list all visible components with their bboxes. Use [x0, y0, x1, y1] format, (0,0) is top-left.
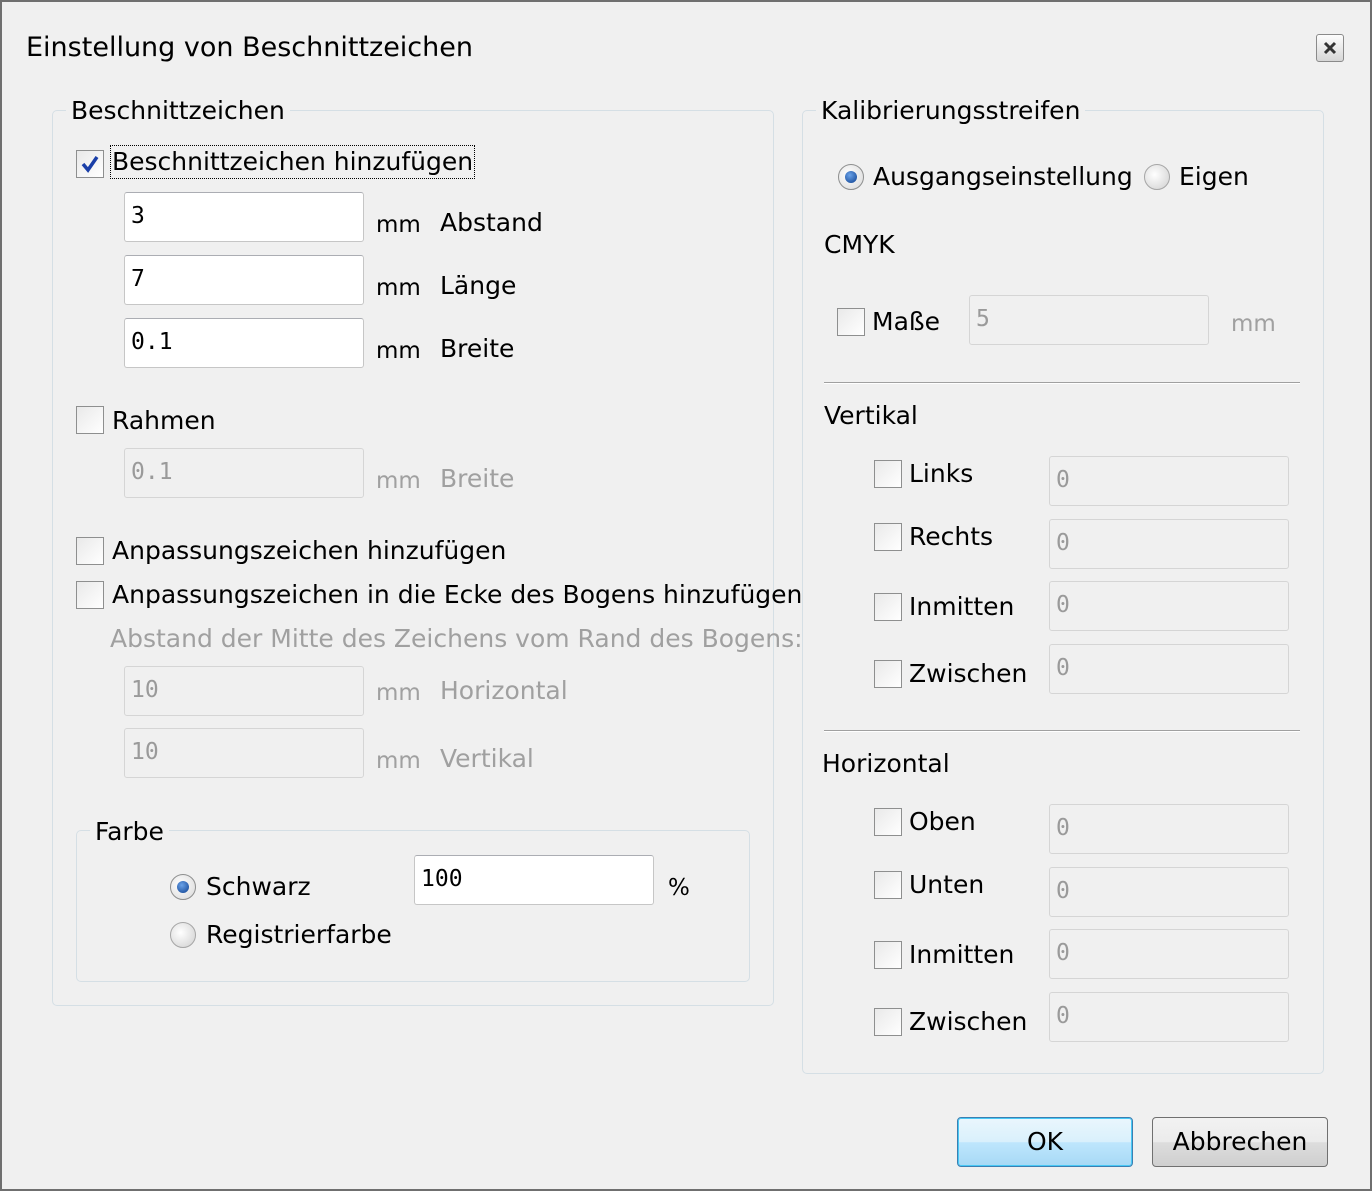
- adjust-corner-label: Anpassungszeichen in die Ecke des Bogens…: [112, 580, 803, 609]
- horizontal-between-input[interactable]: 0: [1049, 992, 1289, 1042]
- separator-cmyk: [824, 382, 1300, 384]
- size-input[interactable]: 5: [969, 295, 1209, 345]
- horizontal-label: Horizontal: [440, 676, 568, 705]
- frame-width-unit: mm: [376, 468, 421, 494]
- vertical-between-input[interactable]: 0: [1049, 644, 1289, 694]
- width-input[interactable]: 0.1: [124, 318, 364, 368]
- cancel-button[interactable]: Abbrechen: [1152, 1117, 1328, 1167]
- length-input[interactable]: 7: [124, 255, 364, 305]
- vertical-between-checkbox[interactable]: [874, 660, 902, 688]
- adjust-corner-checkbox[interactable]: [76, 581, 104, 609]
- cmyk-heading: CMYK: [824, 230, 895, 259]
- distance-note: Abstand der Mitte des Zeichens vom Rand …: [110, 624, 803, 653]
- horizontal-between-checkbox[interactable]: [874, 1008, 902, 1036]
- separator-vertical: [824, 730, 1300, 732]
- horizontal-top-input[interactable]: 0: [1049, 804, 1289, 854]
- horizontal-bottom-checkbox[interactable]: [874, 871, 902, 899]
- vertical-center-input[interactable]: 0: [1049, 581, 1289, 631]
- horizontal-center-checkbox[interactable]: [874, 941, 902, 969]
- vertical-center-checkbox[interactable]: [874, 593, 902, 621]
- percent-unit: %: [668, 875, 690, 901]
- vertical-right-checkbox[interactable]: [874, 523, 902, 551]
- frame-label: Rahmen: [112, 406, 216, 435]
- color-legend: Farbe: [90, 817, 169, 847]
- horizontal-center-input[interactable]: 0: [1049, 929, 1289, 979]
- default-radio[interactable]: [838, 164, 864, 190]
- custom-radio[interactable]: [1144, 164, 1170, 190]
- crop-marks-legend: Beschnittzeichen: [66, 96, 290, 126]
- black-label: Schwarz: [206, 872, 311, 901]
- horizontal-between-label: Zwischen: [909, 1007, 1028, 1036]
- horizontal-bottom-input[interactable]: 0: [1049, 867, 1289, 917]
- registration-radio[interactable]: [170, 922, 196, 948]
- distance-input[interactable]: 3: [124, 192, 364, 242]
- horizontal-top-label: Oben: [909, 807, 976, 836]
- width-label: Breite: [440, 334, 515, 363]
- vertical-between-label: Zwischen: [909, 659, 1028, 688]
- vertical-label: Vertikal: [440, 744, 534, 773]
- vertical-right-label: Rechts: [909, 522, 994, 551]
- title-bar: Einstellung von Beschnittzeichen: [2, 2, 1370, 90]
- horizontal-top-checkbox[interactable]: [874, 808, 902, 836]
- vertical-heading: Vertikal: [824, 401, 918, 430]
- horizontal-input[interactable]: 10: [124, 666, 364, 716]
- frame-width-input[interactable]: 0.1: [124, 448, 364, 498]
- horizontal-bottom-label: Unten: [909, 870, 985, 899]
- calibration-legend: Kalibrierungsstreifen: [816, 96, 1086, 126]
- default-label: Ausgangseinstellung: [873, 162, 1133, 191]
- color-group: [76, 830, 750, 982]
- size-unit: mm: [1231, 311, 1276, 337]
- vertical-left-checkbox[interactable]: [874, 460, 902, 488]
- dialog-title: Einstellung von Beschnittzeichen: [26, 32, 473, 63]
- black-radio[interactable]: [170, 874, 196, 900]
- vertical-unit: mm: [376, 748, 421, 774]
- registration-label: Registrierfarbe: [206, 920, 392, 949]
- adjust-marks-checkbox[interactable]: [76, 537, 104, 565]
- width-unit: mm: [376, 338, 421, 364]
- frame-checkbox[interactable]: [76, 406, 104, 434]
- horizontal-center-label: Inmitten: [909, 940, 1015, 969]
- vertical-left-input[interactable]: 0: [1049, 456, 1289, 506]
- vertical-center-label: Inmitten: [909, 592, 1015, 621]
- close-button[interactable]: [1316, 34, 1344, 62]
- length-label: Länge: [440, 271, 517, 300]
- horizontal-heading: Horizontal: [822, 749, 950, 778]
- frame-width-label: Breite: [440, 464, 515, 493]
- black-percent-input[interactable]: 100: [414, 855, 654, 905]
- dialog-window: Einstellung von Beschnittzeichen Beschni…: [0, 0, 1372, 1191]
- length-unit: mm: [376, 275, 421, 301]
- distance-label: Abstand: [440, 208, 543, 237]
- ok-button[interactable]: OK: [957, 1117, 1133, 1167]
- custom-label: Eigen: [1179, 162, 1249, 191]
- size-label: Maße: [872, 307, 941, 336]
- vertical-input[interactable]: 10: [124, 728, 364, 778]
- size-checkbox[interactable]: [837, 308, 865, 336]
- add-crop-marks-label[interactable]: Beschnittzeichen hinzufügen: [109, 145, 476, 179]
- distance-unit: mm: [376, 212, 421, 238]
- vertical-left-label: Links: [909, 459, 974, 488]
- horizontal-unit: mm: [376, 680, 421, 706]
- add-crop-marks-checkbox[interactable]: [76, 150, 104, 178]
- adjust-marks-label: Anpassungszeichen hinzufügen: [112, 536, 507, 565]
- vertical-right-input[interactable]: 0: [1049, 519, 1289, 569]
